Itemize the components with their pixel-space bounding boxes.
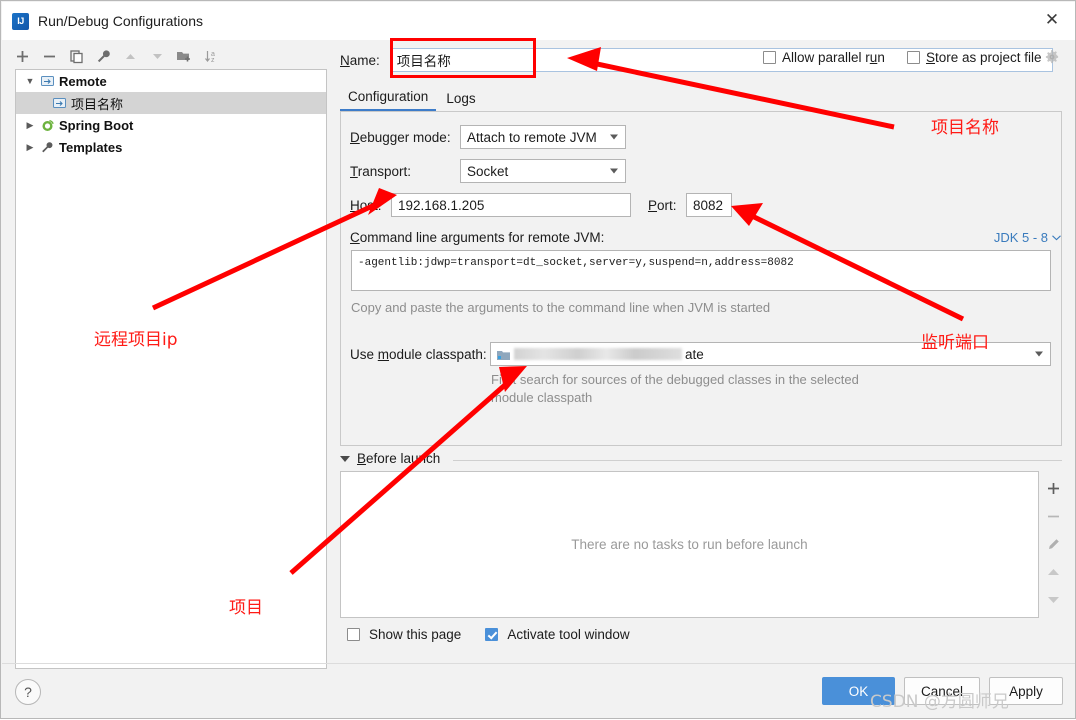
remote-config-icon bbox=[50, 97, 68, 109]
annotation-remote-ip: 远程项目ip bbox=[94, 330, 178, 350]
triangle-down-icon[interactable] bbox=[340, 455, 350, 462]
chevron-down-icon bbox=[1035, 351, 1043, 357]
remove-task-button[interactable] bbox=[1044, 507, 1062, 525]
remove-configuration-button[interactable] bbox=[38, 45, 60, 67]
checkbox-box[interactable] bbox=[907, 51, 920, 64]
before-launch-title: Before launch bbox=[357, 451, 441, 466]
chevron-down-icon bbox=[1052, 234, 1061, 240]
tree-item-remote[interactable]: ▼ Remote bbox=[16, 70, 326, 92]
port-row: Port: 8082 bbox=[648, 193, 732, 217]
chevron-down-icon bbox=[610, 134, 618, 140]
module-classpath-redacted-value bbox=[514, 348, 682, 360]
footer-divider bbox=[2, 663, 1075, 664]
wrench-icon bbox=[38, 141, 56, 154]
allow-parallel-run-label: Allow parallel run bbox=[782, 50, 885, 65]
copy-configuration-button[interactable] bbox=[65, 45, 87, 67]
configurations-toolbar: a z bbox=[11, 43, 327, 69]
store-as-project-file-checkbox[interactable]: Store as project file bbox=[907, 50, 1042, 65]
sort-configurations-button[interactable]: a z bbox=[200, 45, 222, 67]
annotation-listening-port: 监听端口 bbox=[921, 333, 989, 353]
name-label: Name: bbox=[340, 52, 380, 68]
module-icon bbox=[497, 349, 510, 360]
debugger-mode-label: Debugger mode: bbox=[350, 129, 451, 145]
before-launch-empty-text: There are no tasks to run before launch bbox=[571, 537, 808, 552]
tree-item-label: Remote bbox=[59, 73, 107, 89]
tab-configuration[interactable]: Configuration bbox=[340, 87, 437, 111]
close-icon[interactable]: ✕ bbox=[1037, 7, 1067, 33]
before-launch-header[interactable]: Before launch bbox=[340, 451, 440, 466]
jdk-version-selector[interactable]: JDK 5 - 8 bbox=[994, 230, 1061, 245]
watermark: CSDN @方圆师兄 bbox=[870, 692, 1009, 712]
host-row: Host: 192.168.1.205 bbox=[350, 193, 631, 217]
debugger-mode-value: Attach to remote JVM bbox=[467, 129, 597, 145]
before-launch-toolbar bbox=[1041, 471, 1065, 618]
port-value: 8082 bbox=[693, 197, 724, 213]
chevron-right-icon[interactable]: ▶ bbox=[22, 120, 38, 131]
host-label: Host: bbox=[350, 197, 382, 213]
tree-item-spring-boot[interactable]: ▶ Spring Boot bbox=[16, 114, 326, 136]
host-input[interactable]: 192.168.1.205 bbox=[391, 193, 631, 217]
module-classpath-label: Use module classpath: bbox=[350, 346, 487, 362]
spring-boot-icon bbox=[38, 119, 56, 132]
activate-tool-window-checkbox[interactable] bbox=[485, 628, 499, 641]
command-line-label: Command line arguments for remote JVM: bbox=[350, 230, 605, 245]
transport-value: Socket bbox=[467, 163, 509, 179]
run-debug-configurations-dialog: Run/Debug Configurations ✕ bbox=[0, 0, 1076, 719]
transport-label: Transport: bbox=[350, 163, 412, 179]
move-up-button[interactable] bbox=[119, 45, 141, 67]
move-down-button[interactable] bbox=[146, 45, 168, 67]
annotation-project: 项目 bbox=[229, 598, 263, 618]
title-bar: Run/Debug Configurations bbox=[2, 2, 1075, 40]
store-as-project-file-label: Store as project file bbox=[926, 50, 1042, 65]
bottom-options: Show this page Activate tool window bbox=[347, 627, 630, 642]
checkbox-box[interactable] bbox=[763, 51, 776, 64]
command-line-arguments-field[interactable]: -agentlib:jdwp=transport=dt_socket,serve… bbox=[351, 250, 1051, 291]
chevron-down-icon bbox=[610, 168, 618, 174]
tree-item-label: 项目名称 bbox=[71, 96, 124, 112]
chevron-right-icon[interactable]: ▶ bbox=[22, 142, 38, 153]
module-classpath-hint-line2: module classpath bbox=[491, 390, 593, 405]
show-this-page-label: Show this page bbox=[369, 627, 462, 642]
add-task-button[interactable] bbox=[1044, 479, 1062, 497]
edit-task-pencil-icon[interactable] bbox=[1044, 535, 1062, 553]
tree-item-label: Templates bbox=[59, 139, 123, 155]
jdk-version-label: JDK 5 - 8 bbox=[993, 230, 1048, 245]
intellij-logo-icon bbox=[12, 12, 29, 30]
new-folder-button[interactable] bbox=[173, 45, 195, 67]
tab-logs[interactable]: Logs bbox=[438, 89, 483, 111]
annotation-highlight-name-field bbox=[390, 38, 536, 78]
help-button[interactable]: ? bbox=[15, 679, 41, 705]
tree-item-project-name[interactable]: 项目名称 bbox=[16, 92, 326, 114]
module-classpath-hint-line1: First search for sources of the debugged… bbox=[491, 372, 859, 387]
chevron-down-icon[interactable]: ▼ bbox=[22, 76, 38, 86]
debugger-mode-row: Debugger mode: Attach to remote JVM bbox=[350, 125, 626, 149]
activate-tool-window-label: Activate tool window bbox=[507, 627, 630, 642]
transport-select[interactable]: Socket bbox=[460, 159, 626, 183]
command-line-hint: Copy and paste the arguments to the comm… bbox=[351, 300, 771, 315]
move-task-down-button[interactable] bbox=[1044, 591, 1062, 609]
move-task-up-button[interactable] bbox=[1044, 563, 1062, 581]
transport-row: Transport: Socket bbox=[350, 159, 626, 183]
module-classpath-value: ate bbox=[685, 346, 704, 362]
gear-icon[interactable] bbox=[1045, 50, 1059, 64]
port-input[interactable]: 8082 bbox=[686, 193, 732, 217]
annotation-project-name: 项目名称 bbox=[931, 118, 999, 138]
svg-text:z: z bbox=[211, 57, 215, 64]
add-configuration-button[interactable] bbox=[11, 45, 33, 67]
debugger-mode-select[interactable]: Attach to remote JVM bbox=[460, 125, 626, 149]
window-title: Run/Debug Configurations bbox=[38, 13, 203, 29]
before-launch-task-list[interactable]: There are no tasks to run before launch bbox=[340, 471, 1039, 618]
edit-templates-wrench-icon[interactable] bbox=[92, 45, 114, 67]
show-this-page-checkbox[interactable] bbox=[347, 628, 360, 641]
host-value: 192.168.1.205 bbox=[398, 197, 485, 213]
allow-parallel-run-checkbox[interactable]: Allow parallel run bbox=[763, 50, 885, 65]
tree-item-templates[interactable]: ▶ Templates bbox=[16, 136, 326, 158]
before-launch-divider bbox=[453, 460, 1062, 461]
tab-bar: Configuration Logs bbox=[340, 85, 1062, 111]
remote-config-icon bbox=[38, 75, 56, 87]
port-label: Port: bbox=[648, 197, 677, 213]
configurations-tree[interactable]: ▼ Remote 项目名称 ▶ Spring Boot ▶ Templates bbox=[15, 69, 327, 669]
tree-item-label: Spring Boot bbox=[59, 117, 134, 133]
